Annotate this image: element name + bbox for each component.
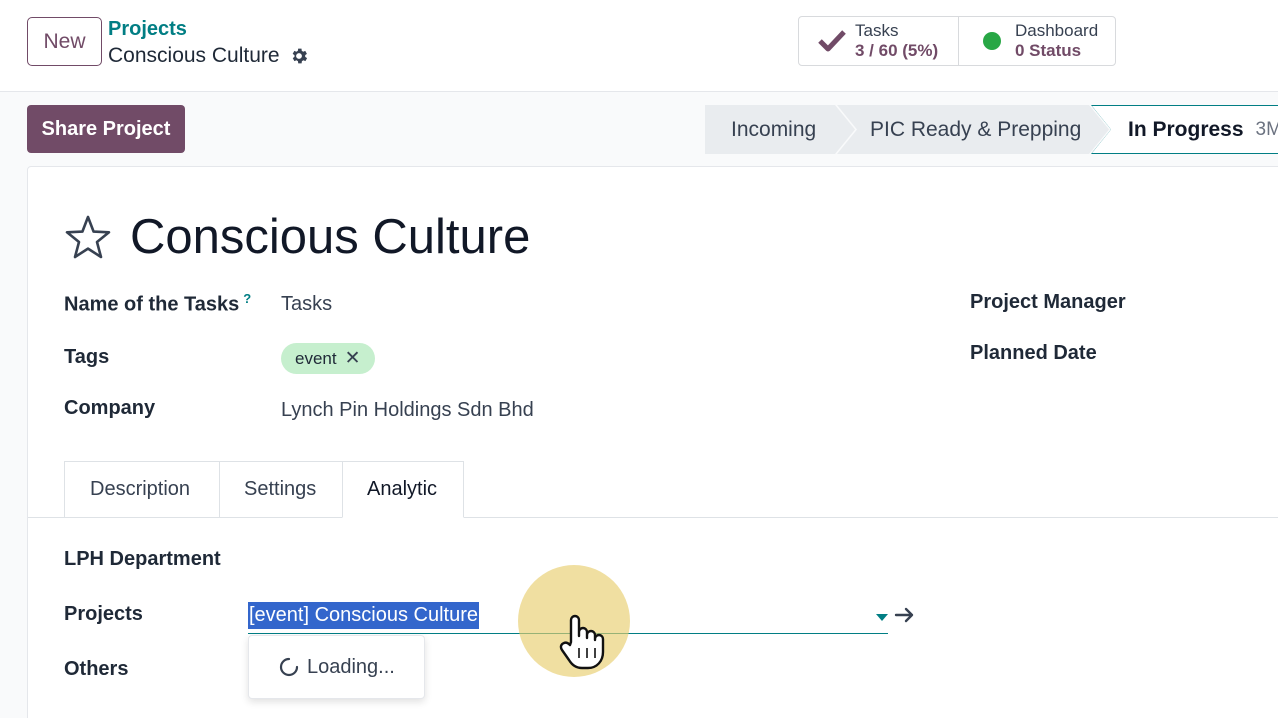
tasks-name-label-text: Name of the Tasks (64, 293, 240, 316)
status-dot-icon (983, 32, 1001, 50)
lph-department-label: LPH Department (64, 548, 221, 570)
form-sheet: Conscious Culture Name of the Tasks? Tas… (27, 166, 1278, 718)
stage-label: PIC Ready & Prepping (870, 117, 1082, 141)
dashboard-smart-button[interactable]: Dashboard 0 Status (958, 16, 1116, 66)
planned-date-label: Planned Date (970, 342, 1097, 364)
others-label: Others (64, 658, 129, 680)
tab-settings[interactable]: Settings (219, 461, 342, 518)
hand-cursor-icon (559, 614, 605, 670)
checkmark-icon (818, 30, 846, 52)
tag-remove-icon[interactable]: ✕ (345, 347, 361, 370)
stage-label: In Progress (1128, 117, 1244, 141)
stage-duration: 3M (1255, 118, 1278, 140)
tag-label: event (295, 348, 337, 368)
gear-icon[interactable] (289, 46, 309, 66)
project-title[interactable]: Conscious Culture (130, 209, 530, 265)
help-tooltip-icon[interactable]: ? (243, 291, 251, 306)
company-label: Company (64, 397, 156, 419)
projects-label: Projects (64, 603, 143, 625)
share-project-button[interactable]: Share Project (27, 105, 185, 153)
tasks-name-value[interactable]: Tasks (281, 293, 332, 316)
autocomplete-dropdown: Loading... (248, 635, 425, 699)
notebook-tabs: Description Settings Analytic (64, 461, 464, 518)
dashboard-status: 0 Status (1015, 41, 1082, 60)
stage-label: Incoming (731, 117, 817, 141)
stage-incoming[interactable]: Incoming (705, 105, 855, 154)
tags-label: Tags (64, 346, 110, 368)
star-icon[interactable] (64, 214, 112, 260)
company-value[interactable]: Lynch Pin Holdings Sdn Bhd (281, 399, 534, 422)
tab-description[interactable]: Description (64, 461, 219, 518)
dropdown-caret-icon[interactable] (876, 614, 888, 621)
tasks-smart-button[interactable]: Tasks 3 / 60 (5%) (798, 16, 959, 66)
top-control-panel: New Projects Conscious Culture Tasks 3 /… (0, 0, 1278, 92)
projects-input-selected-text[interactable]: [event] Conscious Culture (248, 602, 480, 629)
tasks-name-label: Name of the Tasks? (64, 291, 251, 317)
breadcrumb-current-label: Conscious Culture (108, 44, 280, 67)
stage-in-progress[interactable]: In Progress 3M (1091, 105, 1278, 154)
tasks-count: 3 / 60 (5%) (855, 41, 939, 60)
tag-badge-event: event ✕ (281, 343, 375, 374)
breadcrumb-projects-link[interactable]: Projects (108, 18, 187, 41)
title-row: Conscious Culture (64, 209, 530, 265)
stage-statusbar: Incoming PIC Ready & Prepping In Progres… (705, 105, 1278, 154)
spinner-icon (279, 657, 299, 677)
loading-text: Loading... (307, 655, 395, 678)
tab-analytic[interactable]: Analytic (342, 461, 464, 518)
breadcrumb-current: Conscious Culture (108, 44, 309, 68)
project-manager-label: Project Manager (970, 291, 1126, 313)
tasks-label: Tasks (855, 21, 899, 40)
stage-pic-ready[interactable]: PIC Ready & Prepping (837, 105, 1109, 154)
internal-link-arrow-icon[interactable] (894, 604, 916, 626)
new-button[interactable]: New (27, 17, 102, 66)
dashboard-label: Dashboard (1015, 21, 1099, 40)
